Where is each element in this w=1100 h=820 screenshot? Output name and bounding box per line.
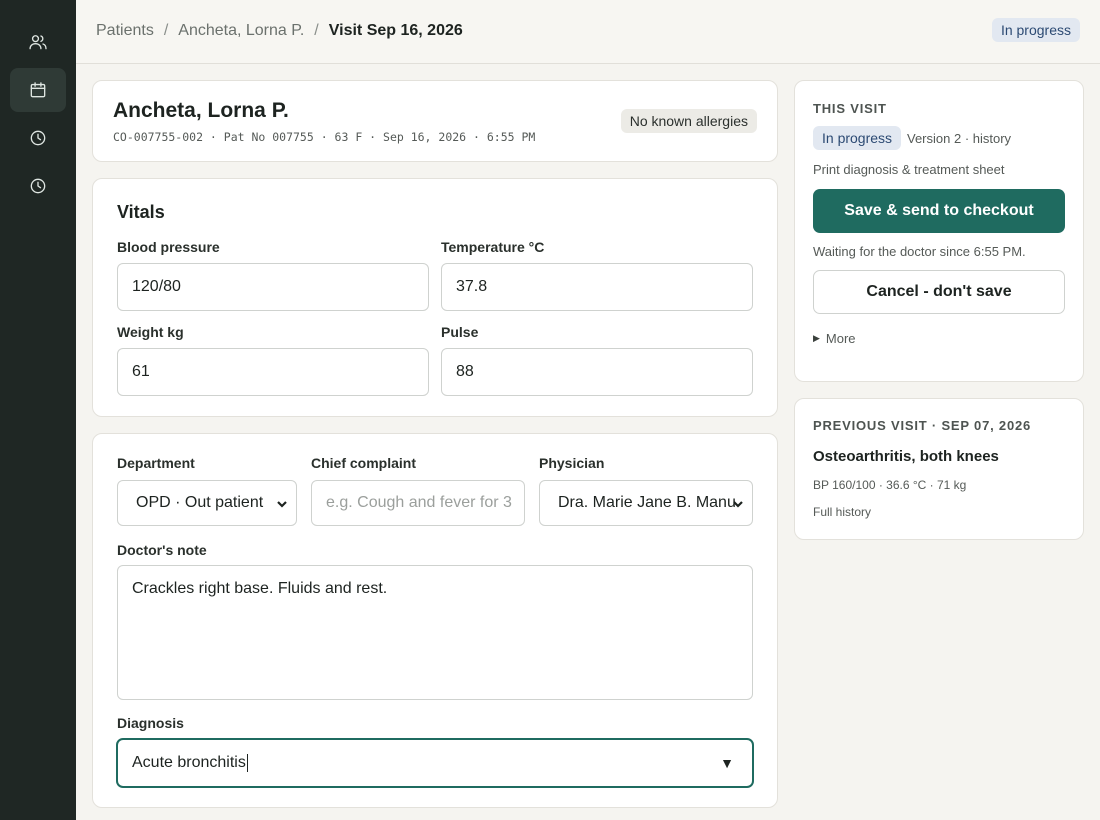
- previous-visit-card: PREVIOUS VISIT · SEP 07, 2026 Osteoarthr…: [794, 398, 1084, 540]
- bp-label: Blood pressure: [117, 239, 220, 255]
- chevron-down-icon: [276, 497, 288, 509]
- cancel-button[interactable]: Cancel - don't save: [813, 270, 1065, 314]
- this-visit-caption: THIS VISIT: [813, 101, 887, 116]
- doctor-note-label: Doctor's note: [117, 542, 207, 558]
- weight-input[interactable]: 61: [117, 348, 429, 396]
- department-select[interactable]: OPD · Out patient: [117, 480, 297, 526]
- physician-select[interactable]: Dra. Marie Jane B. Manu: [539, 480, 753, 526]
- patient-name: Ancheta, Lorna P.: [113, 99, 289, 122]
- dropdown-arrow-icon[interactable]: ▼: [720, 755, 734, 771]
- breadcrumb-separator: /: [163, 22, 169, 39]
- pulse-input[interactable]: 88: [441, 348, 753, 396]
- department-value: OPD · Out patient: [136, 494, 264, 511]
- visit-status-badge: In progress: [813, 126, 902, 150]
- diagnosis-value: Acute bronchitis: [132, 754, 246, 771]
- users-icon: [29, 35, 47, 50]
- print-sheet-link[interactable]: Print diagnosis & treatment sheet: [813, 162, 1005, 177]
- weight-label: Weight kg: [117, 324, 184, 340]
- vitals-title: Vitals: [117, 202, 165, 222]
- text-cursor: [246, 754, 248, 772]
- department-label: Department: [117, 455, 195, 471]
- status-badge: In progress: [991, 18, 1080, 42]
- patient-meta: CO-007755-002 · Pat No 007755 · 63 F · S…: [113, 130, 536, 144]
- breadcrumb-patients[interactable]: Patients: [96, 22, 154, 40]
- vitals-card: Vitals Blood pressure 120/80 Temperature…: [92, 178, 778, 417]
- waiting-status: Waiting for the doctor since 6:55 PM.: [813, 244, 1026, 259]
- diagnosis-combobox[interactable]: Acute bronchitis ▼: [116, 738, 754, 788]
- clock-icon: [30, 178, 46, 194]
- previous-diagnosis: Osteoarthritis, both knees: [813, 448, 999, 465]
- pulse-label: Pulse: [441, 324, 479, 340]
- calendar-icon: [30, 82, 46, 98]
- breadcrumb-separator: /: [314, 22, 319, 39]
- more-toggle[interactable]: ▶ More: [813, 331, 856, 346]
- consultation-card: Department OPD · Out patient Chief compl…: [92, 433, 778, 808]
- doctor-note-textarea[interactable]: Crackles right base. Fluids and rest.: [117, 565, 753, 700]
- nav-item-patients[interactable]: [10, 20, 66, 64]
- temperature-label: Temperature °C: [441, 239, 545, 255]
- patient-header-card: Ancheta, Lorna P. CO-007755-002 · Pat No…: [92, 80, 778, 162]
- this-visit-card: THIS VISIT In progress Version 2 · histo…: [794, 80, 1084, 382]
- nav-rail: [0, 0, 76, 820]
- save-send-checkout-button[interactable]: Save & send to checkout: [813, 189, 1065, 233]
- disclosure-triangle-icon: ▶: [813, 333, 820, 343]
- complaint-label: Chief complaint: [311, 455, 417, 471]
- nav-item-history[interactable]: [10, 116, 66, 160]
- chevron-down-icon: [732, 497, 744, 509]
- breadcrumb-current: Visit Sep 16, 2026: [328, 22, 463, 39]
- nav-item-calendar[interactable]: [10, 68, 66, 112]
- nav-item-recent[interactable]: [10, 164, 66, 208]
- physician-value: Dra. Marie Jane B. Manu: [558, 494, 736, 511]
- version-history-link[interactable]: Version 2 · history: [907, 131, 1011, 146]
- breadcrumb: Patients / Ancheta, Lorna P. / Visit Sep…: [96, 22, 463, 40]
- temperature-input[interactable]: 37.8: [441, 263, 753, 311]
- chief-complaint-input[interactable]: e.g. Cough and fever for 3: [311, 480, 525, 526]
- physician-label: Physician: [539, 455, 605, 471]
- more-label: More: [825, 331, 856, 346]
- diagnosis-label: Diagnosis: [117, 715, 184, 731]
- allergy-badge: No known allergies: [620, 109, 757, 133]
- top-bar: Patients / Ancheta, Lorna P. / Visit Sep…: [76, 0, 1100, 64]
- bp-input[interactable]: 120/80: [117, 263, 429, 311]
- previous-vitals: BP 160/100 · 36.6 °C · 71 kg: [813, 478, 967, 492]
- clock-icon: [30, 130, 46, 146]
- breadcrumb-patient[interactable]: Ancheta, Lorna P.: [178, 22, 304, 40]
- previous-visit-caption: PREVIOUS VISIT · SEP 07, 2026: [813, 418, 1032, 433]
- full-history-link[interactable]: Full history: [813, 505, 871, 519]
